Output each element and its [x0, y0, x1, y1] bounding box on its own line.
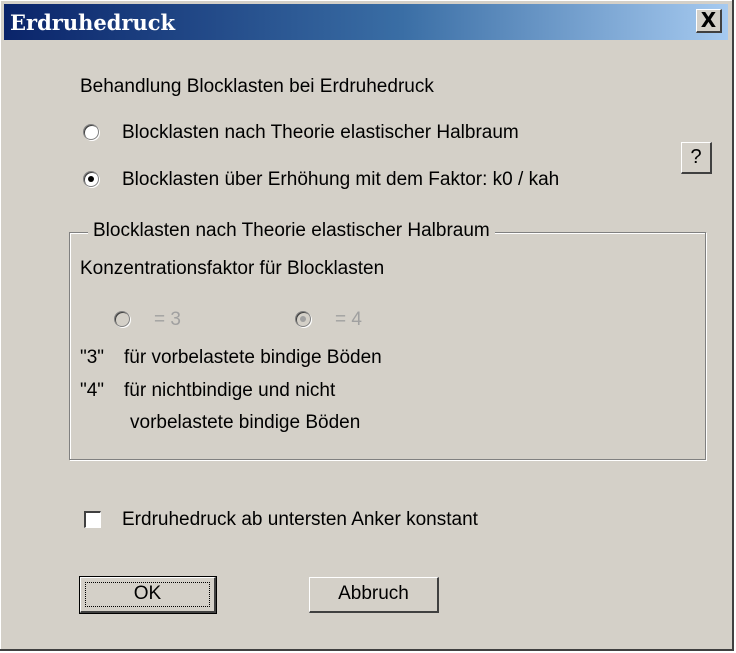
close-button[interactable]: X	[696, 9, 722, 33]
radio-faktor-4[interactable]	[295, 311, 311, 327]
intro-label: Behandlung Blocklasten bei Erdruhedruck	[80, 76, 434, 97]
erdruhedruck-dialog: Erdruhedruck X Behandlung Blocklasten be…	[0, 0, 734, 651]
note-4-text: für nichtbindige und nicht	[124, 380, 336, 401]
help-button[interactable]: ?	[681, 142, 712, 174]
cancel-button-label: Abbruch	[338, 583, 409, 604]
note-4-key: "4"	[80, 380, 105, 401]
radio-faktor-label[interactable]: Blocklasten über Erhöhung mit dem Faktor…	[122, 169, 559, 191]
cancel-button[interactable]: Abbruch	[309, 577, 439, 613]
focus-rect	[85, 582, 210, 607]
window-title: Erdruhedruck	[10, 10, 176, 35]
radio-faktor-3[interactable]	[114, 311, 130, 327]
radio-halbraum-label[interactable]: Blocklasten nach Theorie elastischer Hal…	[122, 122, 519, 144]
konzentrationsfaktor-label: Konzentrationsfaktor für Blocklasten	[80, 258, 385, 279]
constant-checkbox-label[interactable]: Erdruhedruck ab untersten Anker konstant	[122, 509, 478, 531]
help-icon: ?	[690, 146, 702, 168]
constant-checkbox[interactable]	[84, 511, 101, 528]
radio-faktor[interactable]	[83, 171, 99, 187]
close-icon: X	[700, 8, 717, 32]
ok-button[interactable]: OK	[79, 576, 217, 614]
radio-faktor-4-label[interactable]: = 4	[335, 309, 362, 331]
note-4-text-cont: vorbelastete bindige Böden	[130, 412, 361, 433]
groupbox-legend: Blocklasten nach Theorie elastischer Hal…	[88, 220, 495, 242]
radio-halbraum[interactable]	[83, 124, 99, 140]
note-3-key: "3"	[80, 347, 105, 368]
note-3-text: für vorbelastete bindige Böden	[124, 347, 382, 368]
title-bar[interactable]: Erdruhedruck X	[4, 4, 728, 40]
radio-faktor-3-label[interactable]: = 3	[154, 309, 181, 331]
